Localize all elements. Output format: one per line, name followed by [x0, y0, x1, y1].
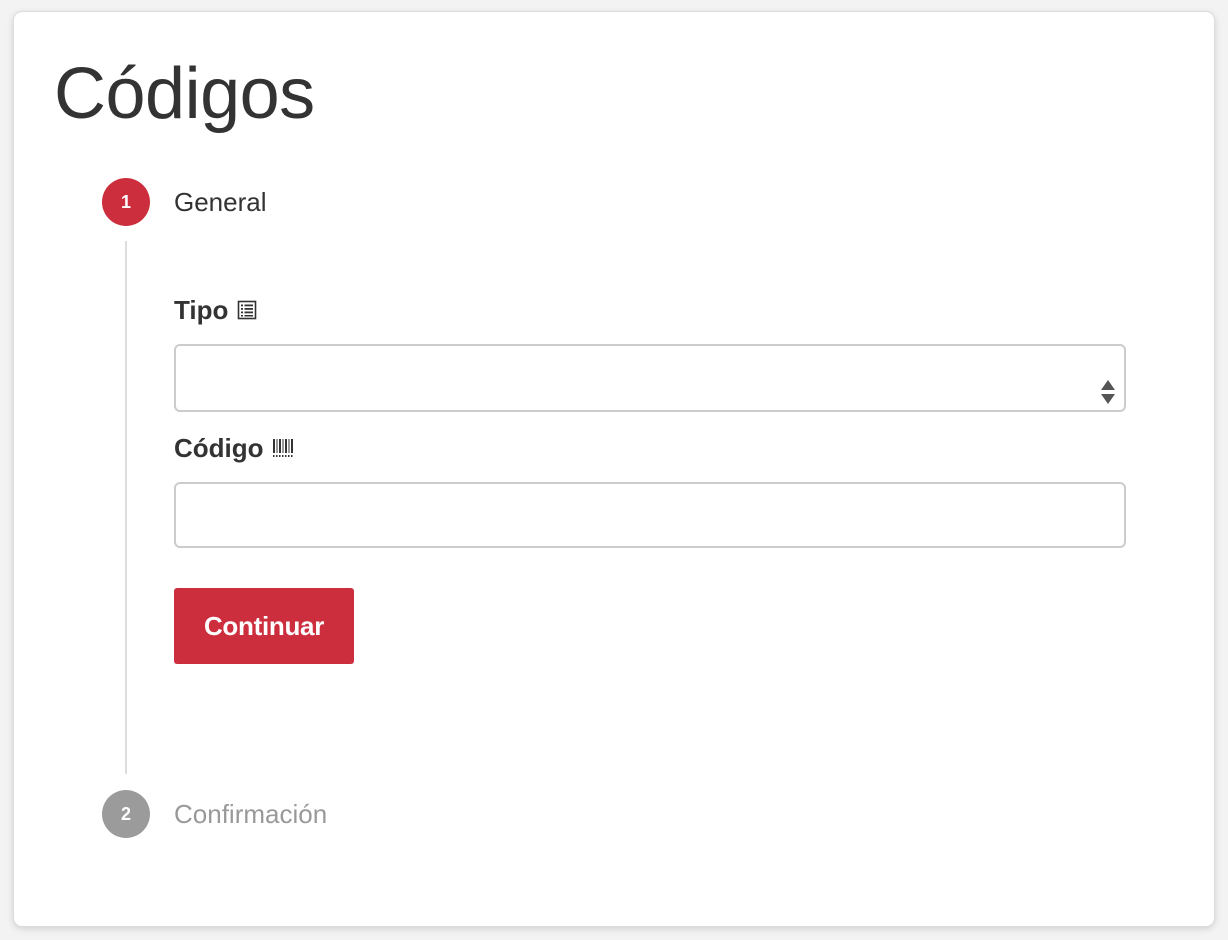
codigo-label: Código	[174, 432, 294, 464]
codigo-label-text: Código	[174, 433, 264, 463]
tipo-label-text: Tipo	[174, 295, 229, 325]
tipo-select[interactable]	[174, 344, 1126, 412]
tipo-label: Tipo	[174, 294, 258, 326]
list-alt-icon	[236, 299, 258, 321]
page-title: Códigos	[54, 54, 315, 134]
step-2-number-badge[interactable]: 2	[102, 790, 150, 838]
step-1-number-badge[interactable]: 1	[102, 178, 150, 226]
barcode-icon	[272, 437, 294, 459]
codigo-input[interactable]	[174, 482, 1126, 548]
step-1-title[interactable]: General	[174, 186, 267, 218]
codes-card: Códigos 1 General Tipo Código Continuar …	[14, 12, 1214, 926]
continue-button[interactable]: Continuar	[174, 588, 354, 664]
step-2-title[interactable]: Confirmación	[174, 798, 327, 830]
stepper-connector-line	[125, 241, 127, 774]
select-arrows-icon	[1100, 366, 1116, 404]
